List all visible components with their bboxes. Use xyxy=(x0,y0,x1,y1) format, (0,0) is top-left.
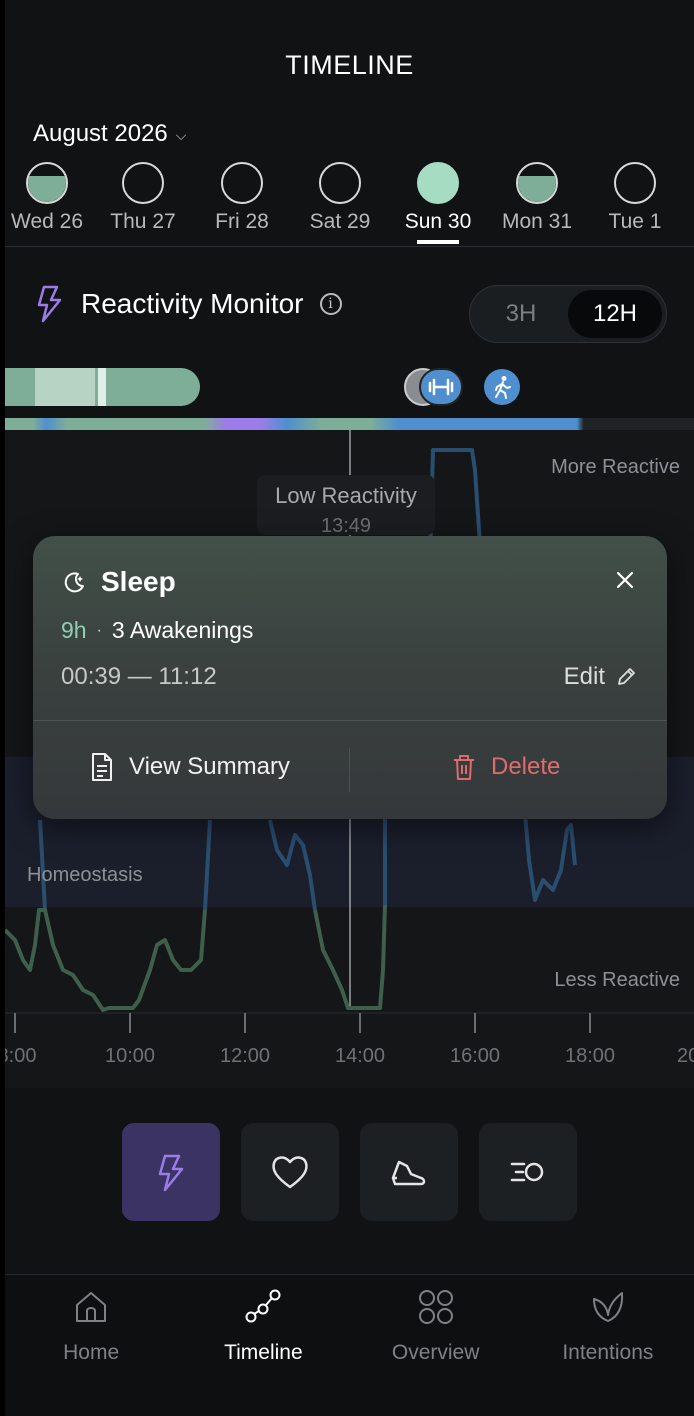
day-wed-26[interactable]: Wed 26 xyxy=(5,160,92,234)
card-header: Sleep xyxy=(63,566,176,598)
x-tick-label: 12:00 xyxy=(220,1045,270,1067)
day-label: Sat 29 xyxy=(309,210,371,233)
edit-label: Edit xyxy=(563,663,605,690)
document-icon xyxy=(92,753,112,781)
chart-tooltip: Low Reactivity 13:49 xyxy=(257,475,435,537)
day-sun-30[interactable]: Sun 30 xyxy=(393,160,483,244)
month-label: August 2026 xyxy=(33,120,168,147)
x-tick-label: 16:00 xyxy=(450,1045,500,1067)
divider xyxy=(33,720,667,721)
range-3h-option[interactable]: 3H xyxy=(474,290,568,338)
delete-label: Delete xyxy=(491,753,561,780)
monitor-header: Reactivity Monitor i xyxy=(35,285,342,323)
zone-label-more-reactive: More Reactive xyxy=(551,456,680,478)
edit-button[interactable]: Edit xyxy=(564,663,637,691)
range-toggle: 3H 12H xyxy=(469,285,667,343)
range-12h-option[interactable]: 12H xyxy=(568,290,662,338)
sleep-summary: 9h · 3 Awakenings xyxy=(61,617,253,644)
view-summary-button[interactable]: View Summary xyxy=(89,752,290,782)
timeline-screen: TIMELINE August 2026 ⌵ Wed 26 Thu 27 Fri… xyxy=(5,0,694,1416)
day-fri-28[interactable]: Fri 28 xyxy=(197,160,287,234)
day-tue-1[interactable]: Tue 1 xyxy=(590,160,680,234)
sleep-time-range: 00:39 — 11:12 xyxy=(61,663,217,690)
nav-overview[interactable]: Overview xyxy=(350,1275,522,1416)
nav-overview-label: Overview xyxy=(391,1341,480,1364)
day-progress-icon xyxy=(516,162,558,204)
day-progress-icon xyxy=(122,162,164,204)
nav-home[interactable]: Home xyxy=(5,1275,177,1416)
separator-dot: · xyxy=(96,621,102,639)
nav-timeline[interactable]: Timeline xyxy=(177,1275,349,1416)
day-label: Fri 28 xyxy=(215,210,269,233)
info-icon[interactable]: i xyxy=(319,293,342,315)
x-tick-label: 8:00 xyxy=(5,1045,36,1067)
card-title: Sleep xyxy=(101,566,176,597)
moon-icon xyxy=(64,572,84,593)
reactivity-state-strip xyxy=(5,418,694,430)
sleep-detail-card: Sleep 9h · 3 Awakenings 00:39 — 11:12 Ed… xyxy=(33,536,667,819)
day-label: Mon 31 xyxy=(501,210,573,233)
walking-icon[interactable] xyxy=(484,369,520,405)
leaf-icon xyxy=(592,1292,623,1322)
bolt-icon xyxy=(37,285,62,323)
day-progress-icon xyxy=(319,162,361,204)
page-title: TIMELINE xyxy=(285,50,414,80)
tooltip-state: Low Reactivity xyxy=(275,483,417,508)
nav-timeline-label: Timeline xyxy=(224,1341,303,1364)
day-thu-27[interactable]: Thu 27 xyxy=(98,160,188,234)
shoe-icon xyxy=(391,1160,426,1186)
divider xyxy=(349,748,350,792)
home-icon xyxy=(76,1292,107,1322)
speed-icon xyxy=(510,1162,544,1182)
x-tick-label: 10:00 xyxy=(105,1045,155,1067)
divider xyxy=(5,246,694,247)
day-progress-icon xyxy=(221,162,263,204)
tab-activity[interactable] xyxy=(479,1123,577,1221)
awakenings-count: 3 Awakenings xyxy=(111,617,254,643)
dumbbell-icon[interactable] xyxy=(419,368,463,406)
day-mon-31[interactable]: Mon 31 xyxy=(492,160,582,234)
sleep-duration: 9h xyxy=(61,617,87,643)
day-progress-icon xyxy=(417,162,459,204)
overview-icon xyxy=(418,1290,453,1324)
day-selector: Wed 26 Thu 27 Fri 28 Sat 29 Sun 30 Mon 3… xyxy=(5,160,694,250)
bottom-navigation: Home Timeline Overview Intentions xyxy=(5,1274,694,1416)
nav-intentions[interactable]: Intentions xyxy=(522,1275,694,1416)
tab-steps[interactable] xyxy=(360,1123,458,1221)
day-label: Tue 1 xyxy=(608,210,662,233)
heart-icon xyxy=(272,1156,308,1189)
close-icon[interactable] xyxy=(613,568,637,592)
monitor-title: Reactivity Monitor xyxy=(81,288,304,319)
day-progress-icon xyxy=(26,162,68,204)
zone-label-homeostasis: Homeostasis xyxy=(27,864,143,886)
trash-icon xyxy=(454,755,474,780)
sleep-activity-bar[interactable] xyxy=(5,368,200,406)
nav-intentions-label: Intentions xyxy=(562,1341,654,1364)
month-picker[interactable]: August 2026 ⌵ xyxy=(33,120,186,148)
nav-home-label: Home xyxy=(63,1341,120,1364)
bolt-icon xyxy=(158,1154,184,1192)
day-label: Sun 30 xyxy=(404,210,472,233)
tab-heart[interactable] xyxy=(241,1123,339,1221)
timeline-icon xyxy=(245,1289,281,1323)
chevron-down-icon: ⌵ xyxy=(175,126,187,143)
day-label: Wed 26 xyxy=(11,210,83,233)
x-tick-label: 18:00 xyxy=(565,1045,615,1067)
day-progress-icon xyxy=(614,162,656,204)
pencil-icon xyxy=(618,668,635,685)
sleep-segment xyxy=(35,368,95,406)
metric-tabs xyxy=(122,1123,577,1221)
zone-label-less-reactive: Less Reactive xyxy=(554,969,680,991)
x-tick-label: 14:00 xyxy=(335,1045,385,1067)
awakening-segment xyxy=(98,368,106,406)
view-summary-label: View Summary xyxy=(129,753,290,780)
x-tick-label: 20:00 xyxy=(677,1045,694,1067)
delete-button[interactable]: Delete xyxy=(451,752,560,782)
tab-reactivity[interactable] xyxy=(122,1123,220,1221)
selected-day-indicator xyxy=(417,240,459,244)
day-sat-29[interactable]: Sat 29 xyxy=(295,160,385,234)
day-label: Thu 27 xyxy=(110,210,176,233)
tooltip-time: 13:49 xyxy=(320,515,372,537)
